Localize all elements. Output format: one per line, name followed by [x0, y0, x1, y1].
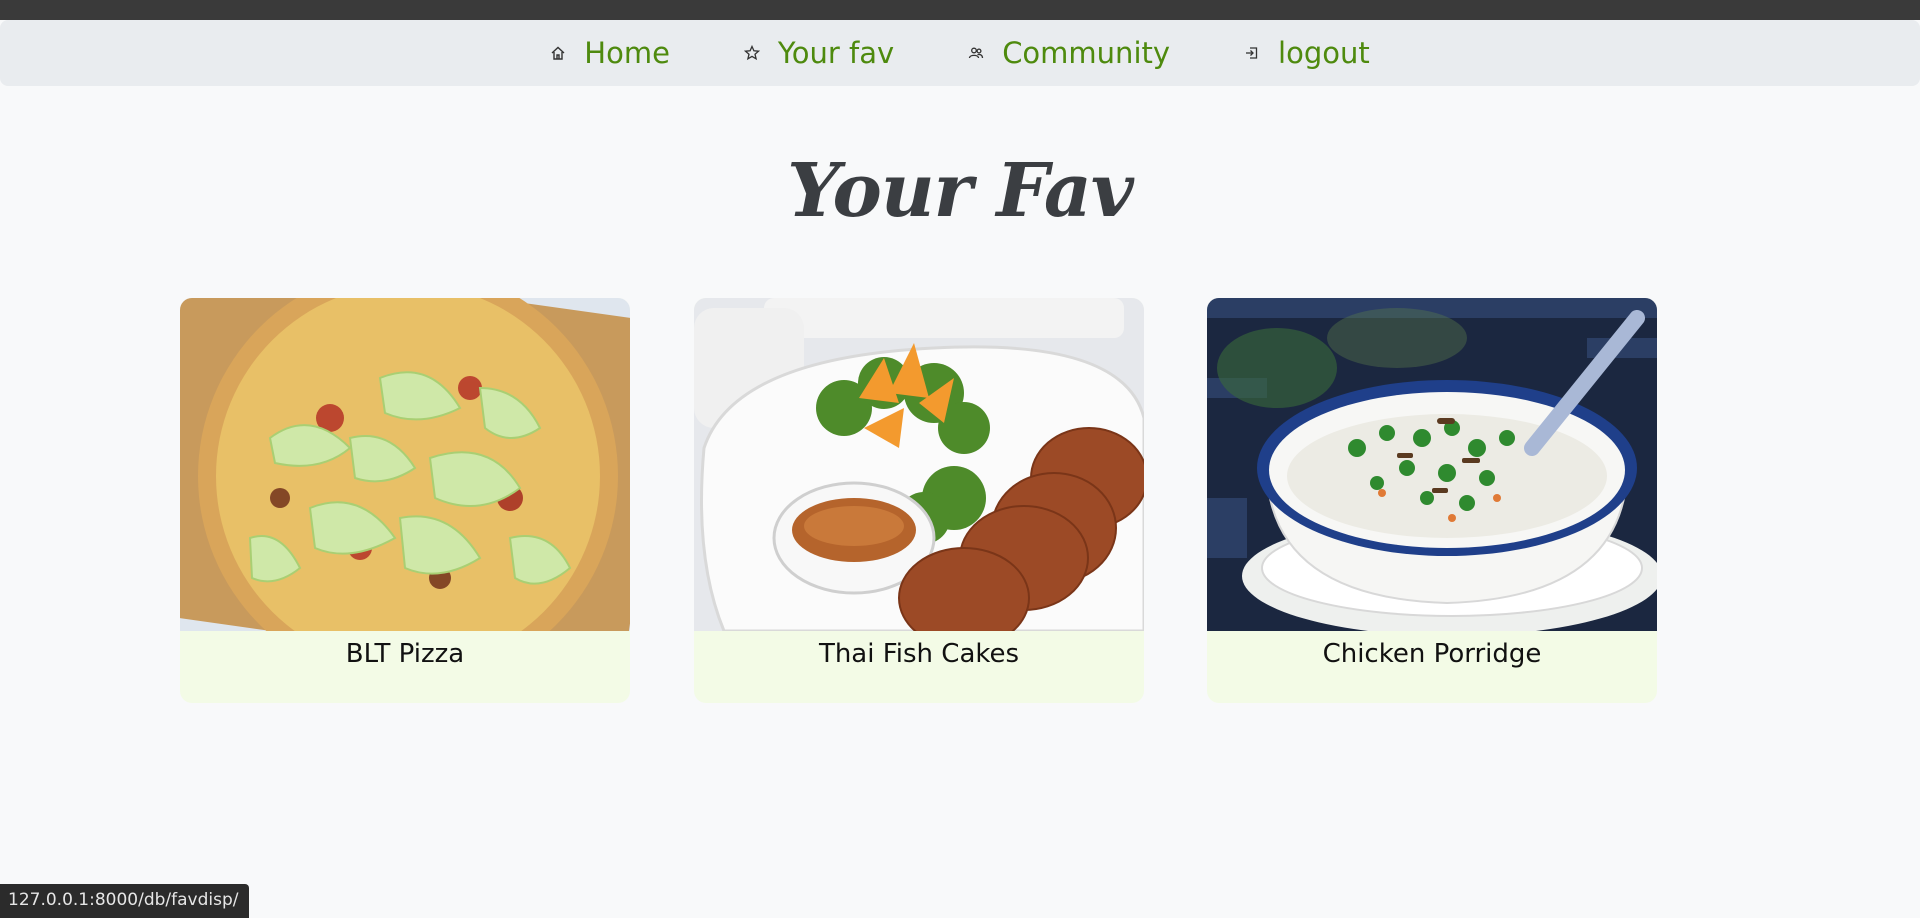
users-icon [968, 45, 984, 61]
nav-your-fav-label: Your fav [777, 36, 895, 70]
pizza-photo [180, 298, 630, 631]
nav-community-label: Community [1002, 36, 1171, 70]
favorites-grid: BLT Pizza Thai Fish Cakes Chicken Porrid… [180, 298, 1657, 704]
logout-icon [1244, 45, 1260, 61]
nav-logout-label: logout [1278, 36, 1370, 70]
card-title: BLT Pizza [345, 639, 465, 669]
nav-home-label: Home [584, 36, 670, 70]
favorite-card[interactable]: Chicken Porridge [1207, 298, 1657, 703]
star-icon [743, 45, 760, 61]
home-icon [550, 45, 566, 61]
status-bar-url: 127.0.0.1:8000/db/favdisp/ [0, 884, 249, 918]
card-title: Thai Fish Cakes [818, 639, 1020, 669]
porridge-photo [1207, 298, 1657, 631]
card-title: Chicken Porridge [1322, 639, 1542, 669]
favorite-card[interactable]: BLT Pizza [180, 298, 630, 703]
nav-community-link[interactable]: Community [968, 36, 1170, 70]
fish-cakes-photo [694, 298, 1144, 631]
main-navbar: Home Your fav Community logout [0, 20, 1920, 86]
browser-top-bar [0, 0, 1920, 20]
favorite-card[interactable]: Thai Fish Cakes [694, 298, 1144, 703]
nav-home-link[interactable]: Home [550, 36, 670, 70]
nav-your-fav-link[interactable]: Your fav [743, 36, 895, 70]
nav-logout-link[interactable]: logout [1244, 36, 1370, 70]
page-title: Your Fav [787, 148, 1134, 234]
